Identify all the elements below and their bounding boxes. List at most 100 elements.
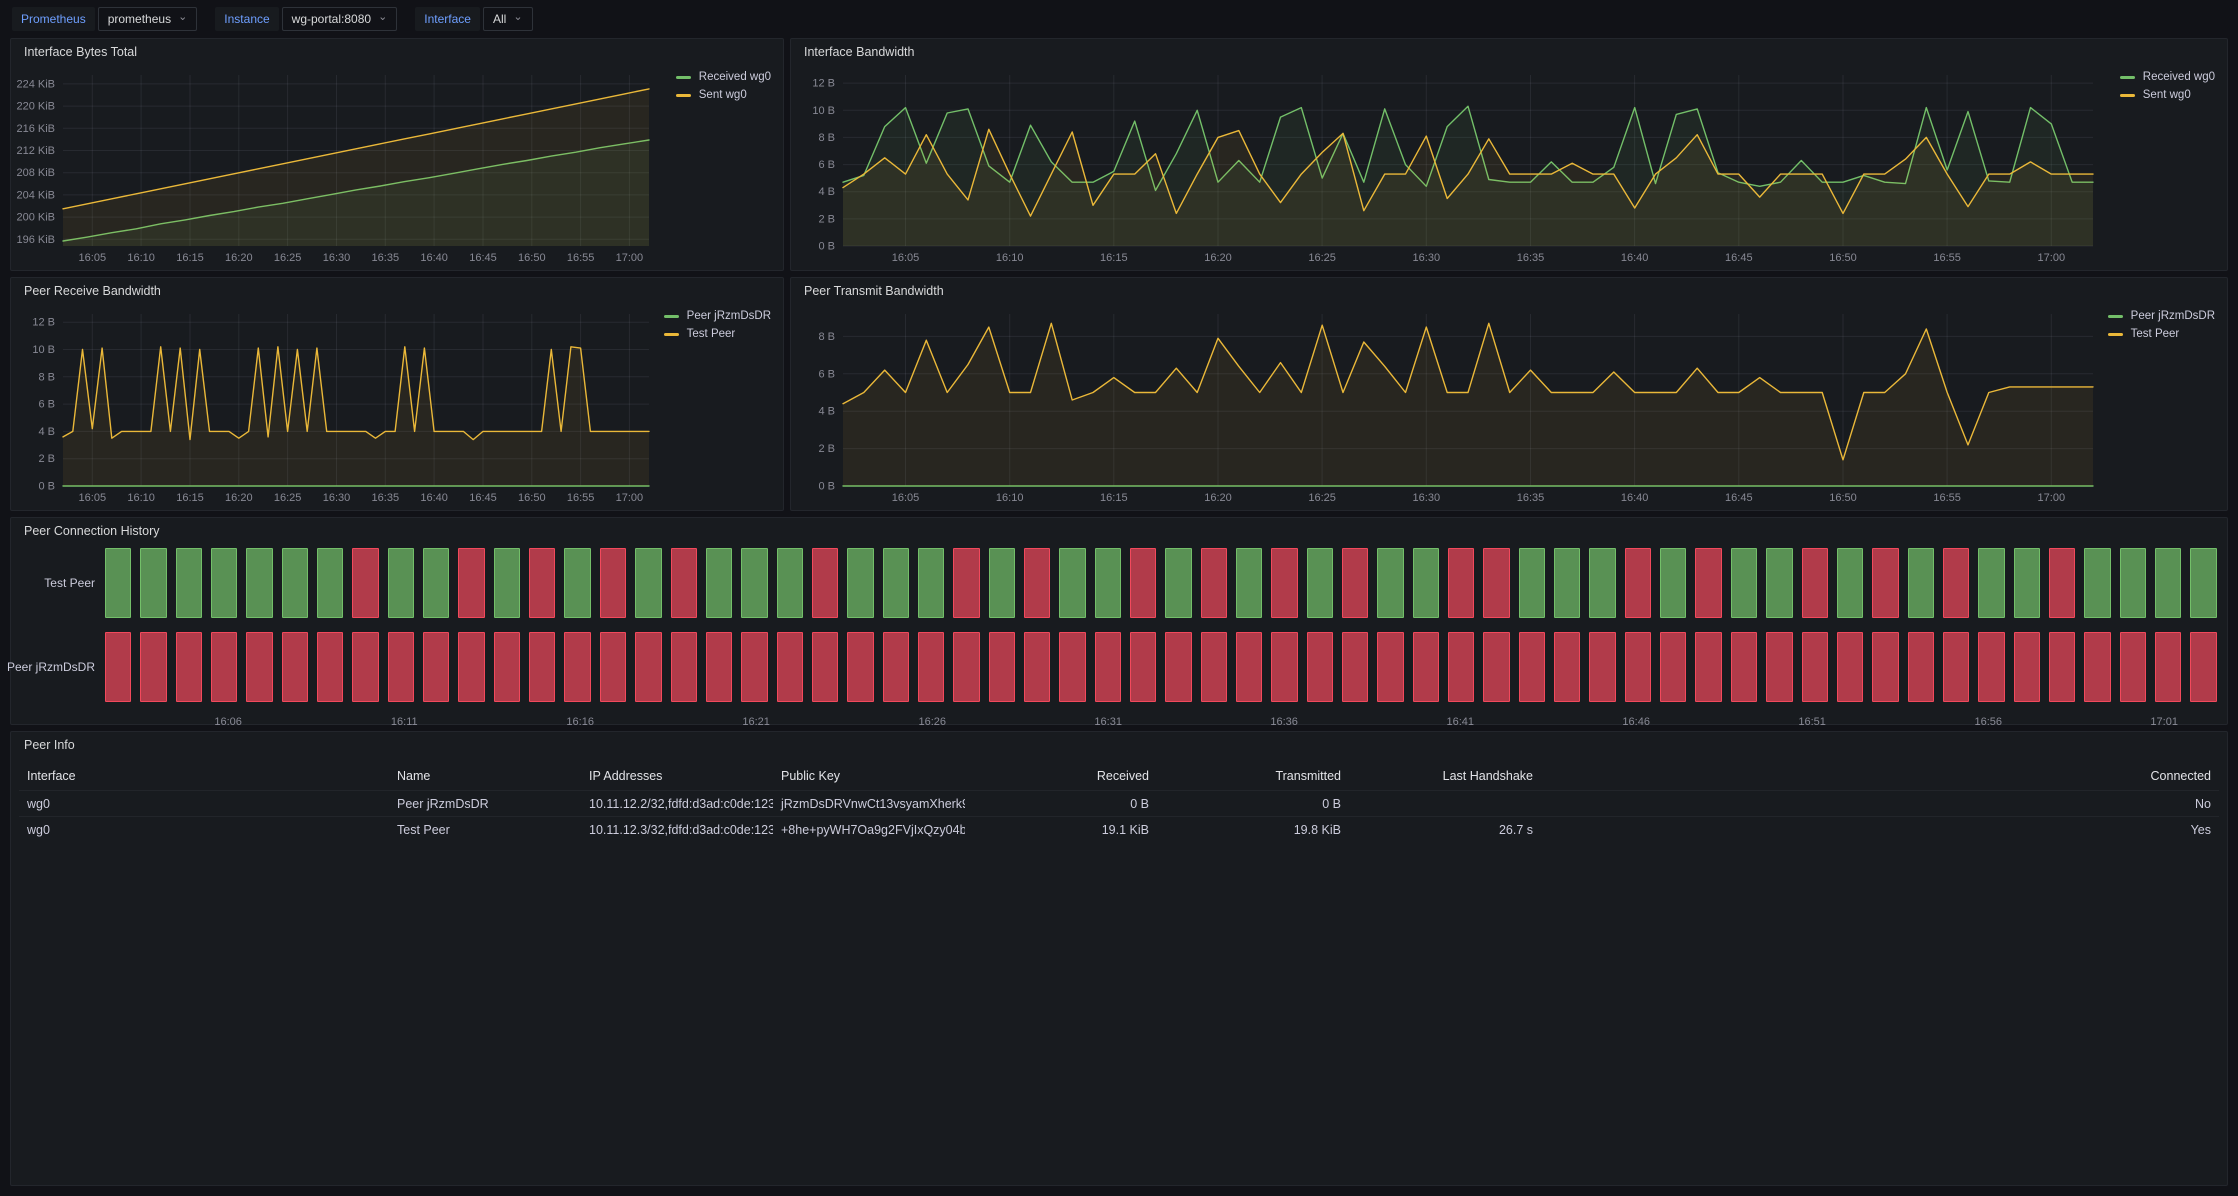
history-state-cell xyxy=(1130,632,1156,702)
table-row: wg0Test Peer10.11.12.3/32,fdfd:d3ad:c0de… xyxy=(19,817,2219,843)
x-axis-tick-label: 16:05 xyxy=(79,492,107,504)
history-state-cell xyxy=(105,632,131,702)
x-axis-tick-label: 16:10 xyxy=(996,252,1024,264)
history-state-cell xyxy=(2120,632,2146,702)
chart-canvas[interactable]: 196 KiB200 KiB204 KiB208 KiB212 KiB216 K… xyxy=(17,65,655,266)
history-state-cell xyxy=(918,632,944,702)
history-state-cell xyxy=(1024,632,1050,702)
var-select-instance[interactable]: wg-portal:8080 ⌄ xyxy=(282,7,398,31)
y-axis-tick-label: 204 KiB xyxy=(17,189,55,201)
table-column-header[interactable]: Connected xyxy=(1541,762,2219,791)
y-axis-tick-label: 196 KiB xyxy=(17,234,55,246)
x-axis-tick-label: 16:31 xyxy=(1094,716,1122,728)
table-column-header[interactable]: Name xyxy=(389,762,581,791)
x-axis-tick-label: 16:36 xyxy=(1270,716,1298,728)
timeseries-chart[interactable]: 0 B2 B4 B6 B8 B16:0516:1016:1516:2016:25… xyxy=(797,304,2099,506)
panel-title[interactable]: Interface Bandwidth xyxy=(791,39,2227,65)
x-axis-tick-label: 16:20 xyxy=(1204,492,1232,504)
history-state-cell xyxy=(777,548,803,618)
x-axis-tick-label: 16:15 xyxy=(1100,252,1128,264)
series-color-swatch xyxy=(676,94,691,97)
table-column-header[interactable]: Last Handshake xyxy=(1349,762,1541,791)
panel-title[interactable]: Interface Bytes Total xyxy=(11,39,783,65)
x-axis-tick-label: 16:26 xyxy=(919,716,947,728)
history-state-cell xyxy=(2049,632,2075,702)
history-state-cell xyxy=(105,548,131,618)
history-state-cell xyxy=(1660,548,1686,618)
timeseries-chart[interactable]: 0 B2 B4 B6 B8 B10 B12 B16:0516:1016:1516… xyxy=(17,304,655,506)
panel-interface-bandwidth: Interface Bandwidth 0 B2 B4 B6 B8 B10 B1… xyxy=(790,38,2228,271)
history-state-cell xyxy=(2155,548,2181,618)
y-axis-tick-label: 8 B xyxy=(818,331,835,343)
history-state-cell xyxy=(2120,548,2146,618)
x-axis-tick-label: 16:05 xyxy=(79,252,107,264)
legend-item[interactable]: Sent wg0 xyxy=(2120,89,2191,101)
chevron-down-icon: ⌄ xyxy=(513,13,522,21)
table-column-header[interactable]: Public Key xyxy=(773,762,965,791)
legend-item[interactable]: Received wg0 xyxy=(2120,71,2215,83)
table-column-header[interactable]: IP Addresses xyxy=(581,762,773,791)
legend-item[interactable]: Sent wg0 xyxy=(676,89,747,101)
x-axis-tick-label: 16:30 xyxy=(1413,252,1441,264)
x-axis-tick-label: 16:45 xyxy=(1725,252,1753,264)
table-cell: 19.8 KiB xyxy=(1157,817,1349,843)
panel-title[interactable]: Peer Transmit Bandwidth xyxy=(791,278,2227,304)
x-axis-tick-label: 16:56 xyxy=(1975,716,2003,728)
x-axis-tick-label: 16:50 xyxy=(1829,252,1857,264)
history-state-cell xyxy=(953,632,979,702)
history-state-cell xyxy=(953,548,979,618)
history-state-cell xyxy=(352,548,378,618)
variables-bar: Prometheus prometheus ⌄ Instance wg-port… xyxy=(12,0,533,38)
history-state-cell xyxy=(1342,548,1368,618)
history-state-cell xyxy=(282,548,308,618)
x-axis-tick-label: 16:20 xyxy=(1204,252,1232,264)
panel-title[interactable]: Peer Receive Bandwidth xyxy=(11,278,783,304)
table-cell: jRzmDsDRVnwCt13vsyamXherk9L9RhR xyxy=(773,791,965,817)
x-axis-tick-label: 17:00 xyxy=(2038,492,2066,504)
table-column-header[interactable]: Interface xyxy=(19,762,389,791)
history-state-cell xyxy=(1095,548,1121,618)
panel-title[interactable]: Peer Info xyxy=(11,732,2227,758)
legend-item[interactable]: Peer jRzmDsDR xyxy=(664,310,771,322)
y-axis-tick-label: 212 KiB xyxy=(17,145,55,157)
history-state-cell xyxy=(1589,548,1615,618)
var-select-interface[interactable]: All ⌄ xyxy=(483,7,533,31)
history-state-cell xyxy=(1978,632,2004,702)
x-axis-tick-label: 16:50 xyxy=(518,492,546,504)
table-cell: Peer jRzmDsDR xyxy=(389,791,581,817)
history-state-cell xyxy=(1660,632,1686,702)
panel-title[interactable]: Peer Connection History xyxy=(11,518,2227,544)
history-state-cell xyxy=(1483,548,1509,618)
history-state-cell xyxy=(246,548,272,618)
chart-canvas[interactable]: 0 B2 B4 B6 B8 B16:0516:1016:1516:2016:25… xyxy=(797,304,2099,506)
x-axis-tick-label: 16:55 xyxy=(1933,252,1961,264)
table-cell: 19.1 KiB xyxy=(965,817,1157,843)
chart-canvas[interactable]: 0 B2 B4 B6 B8 B10 B12 B16:0516:1016:1516… xyxy=(797,65,2099,266)
history-row: Test Peer xyxy=(19,548,2217,618)
history-x-axis: 16:0616:1116:1616:2116:2616:3116:3616:41… xyxy=(105,716,2217,732)
chevron-down-icon: ⌄ xyxy=(178,13,187,21)
table-cell: wg0 xyxy=(19,791,389,817)
series-color-swatch xyxy=(664,333,679,336)
chart-canvas[interactable]: 0 B2 B4 B6 B8 B10 B12 B16:0516:1016:1516… xyxy=(17,304,655,506)
y-axis-tick-label: 12 B xyxy=(32,317,55,329)
var-select-datasource[interactable]: prometheus ⌄ xyxy=(98,7,198,31)
timeseries-chart[interactable]: 0 B2 B4 B6 B8 B10 B12 B16:0516:1016:1516… xyxy=(797,65,2099,266)
table-column-header[interactable]: Received xyxy=(965,762,1157,791)
legend-item[interactable]: Test Peer xyxy=(664,328,736,340)
x-axis-tick-label: 16:46 xyxy=(1622,716,1650,728)
legend-item[interactable]: Received wg0 xyxy=(676,71,771,83)
x-axis-tick-label: 16:21 xyxy=(742,716,770,728)
y-axis-tick-label: 220 KiB xyxy=(17,101,55,113)
panel-peer-transmit-bandwidth: Peer Transmit Bandwidth 0 B2 B4 B6 B8 B1… xyxy=(790,277,2228,511)
history-state-cell xyxy=(140,548,166,618)
history-state-cell xyxy=(1766,548,1792,618)
history-state-cell xyxy=(600,632,626,702)
timeseries-chart[interactable]: 196 KiB200 KiB204 KiB208 KiB212 KiB216 K… xyxy=(17,65,655,266)
history-state-cell xyxy=(1766,632,1792,702)
table-cell: +8he+pyWH7Oa9g2FVjIxQzy04brLX+D xyxy=(773,817,965,843)
table-column-header[interactable]: Transmitted xyxy=(1157,762,1349,791)
history-state-cell xyxy=(1908,632,1934,702)
legend-item[interactable]: Peer jRzmDsDR xyxy=(2108,310,2215,322)
legend-item[interactable]: Test Peer xyxy=(2108,328,2180,340)
